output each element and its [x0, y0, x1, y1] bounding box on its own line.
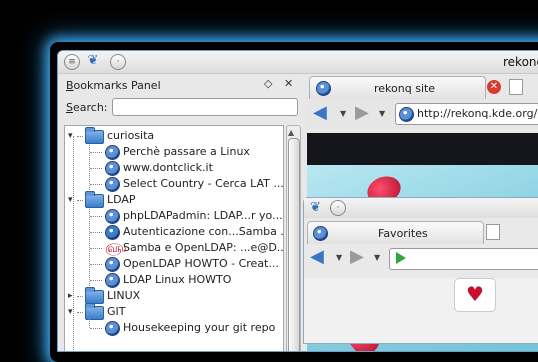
globe-icon [105, 273, 120, 288]
site-icon [399, 107, 414, 122]
kde-app-icon[interactable]: ❦ [86, 54, 100, 68]
tree-guide-line [89, 318, 90, 328]
tree-branch [90, 232, 102, 233]
favorite-tile[interactable]: ♥ [454, 278, 496, 312]
scroll-up-icon[interactable]: ▲ [288, 128, 294, 137]
back-arrow-icon[interactable]: ◀ [313, 104, 327, 122]
scroll-thumb[interactable] [288, 138, 300, 351]
folder-linux[interactable]: ▸ LINUX [65, 287, 283, 304]
close-tab-icon[interactable]: ✕ [487, 80, 501, 94]
back-dropdown-icon[interactable]: ▼ [340, 109, 346, 118]
tree-branch [90, 248, 102, 249]
bookmark-item[interactable]: OpenLDAP HOWTO - Creat... [65, 256, 283, 272]
new-tab-icon[interactable] [509, 79, 523, 95]
folder-ldap[interactable]: ▾ LDAP [65, 191, 283, 208]
site-icon [105, 225, 120, 240]
url-bar[interactable]: http://rekonq.kde.org/ [395, 103, 538, 125]
bookmark-label: www.dontclick.it [123, 161, 213, 174]
tab-title: rekonq site [374, 82, 436, 95]
kde-app-icon[interactable]: ❦ [310, 200, 321, 215]
tree-branch [90, 184, 102, 185]
url-bar[interactable] [389, 248, 538, 270]
globe-icon [105, 257, 120, 272]
tree-branch [90, 328, 102, 329]
forward-arrow-icon[interactable]: ▶ [355, 104, 369, 122]
forward-arrow-icon[interactable]: ▶ [350, 248, 364, 266]
globe-icon [105, 209, 120, 224]
bookmark-item[interactable]: www.dontclick.it [65, 160, 283, 176]
tree-branch [90, 216, 102, 217]
panel-float-icon[interactable]: ◇ [264, 77, 272, 90]
bookmark-item[interactable]: Autenticazione con...Samba ... [65, 224, 283, 240]
tree-branch [77, 136, 83, 137]
folder-icon [85, 287, 104, 304]
tree-branch [90, 168, 102, 169]
bookmark-item[interactable]: Housekeeping your git repo [65, 318, 283, 336]
folder-icon [85, 127, 104, 144]
tree-branch [77, 312, 83, 313]
bookmark-item[interactable]: Select Country - Cerca LAT ... [65, 176, 283, 192]
bookmark-item[interactable]: LDAP Linux HOWTO [65, 272, 283, 288]
window-title: rekonq [503, 55, 538, 69]
navigation-bar: ◀ ▼ ▶ ▼ http://rekonq.kde.org/ [307, 99, 538, 129]
bookmarks-panel: Bookmarks Panel ◇ ✕ Search: ▾ curiosita … [58, 74, 303, 351]
tree-branch [90, 152, 102, 153]
bookmark-item[interactable]: Perchè passare a Linux [65, 144, 283, 160]
tree-branch [77, 200, 83, 201]
bookmark-label: LDAP Linux HOWTO [123, 273, 232, 286]
bookmark-label: Housekeeping your git repo [123, 321, 276, 334]
favorites-content: ♥ [304, 278, 538, 343]
panel-title: Bookmarks Panel [66, 79, 161, 92]
tab-rekonq-site[interactable]: rekonq site [309, 76, 486, 99]
globe-icon [105, 321, 120, 336]
forward-dropdown-icon[interactable]: ▼ [374, 253, 380, 262]
tree-branch [77, 296, 83, 297]
globe-icon [105, 177, 120, 192]
search-label: Search: [66, 101, 108, 114]
heart-icon: ♥ [466, 282, 484, 306]
tree-scrollbar[interactable]: ▲ [286, 125, 301, 351]
bookmark-label: Perchè passare a Linux [123, 145, 250, 158]
folder-label: LDAP [107, 193, 136, 206]
folder-icon [85, 303, 104, 320]
back-dropdown-icon[interactable]: ▼ [336, 253, 342, 262]
go-icon[interactable] [396, 252, 406, 264]
navigation-bar: ◀ ▼ ▶ ▼ [304, 246, 538, 272]
sticky-icon[interactable]: · [110, 54, 126, 70]
bookmark-label: Select Country - Cerca LAT ... [123, 177, 284, 190]
title-bar[interactable]: ❦ · [304, 198, 538, 218]
folder-git[interactable]: ▾ GIT [65, 303, 283, 320]
globe-icon [105, 161, 120, 176]
new-tab-icon[interactable] [486, 224, 500, 240]
tab-favorites[interactable]: Favorites [307, 221, 484, 244]
back-arrow-icon[interactable]: ◀ [310, 248, 324, 266]
favorites-window: ❦ · Favorites ◀ ▼ ▶ ▼ ♥ [303, 197, 538, 344]
tree-branch [90, 264, 102, 265]
bookmark-label: Autenticazione con...Samba ... [123, 225, 284, 238]
folder-icon [85, 191, 104, 208]
globe-icon [316, 81, 331, 96]
forward-dropdown-icon[interactable]: ▼ [379, 109, 385, 118]
globe-icon [313, 226, 328, 241]
folder-label: GIT [107, 305, 126, 318]
bookmark-item[interactable]: phpLDAPadmin: LDAP...r yo... [65, 208, 283, 224]
tree-branch [90, 280, 102, 281]
bookmark-label: Samba e OpenLDAP: ...e@D... [123, 241, 284, 254]
search-input[interactable] [112, 98, 298, 116]
window-menu-icon[interactable]: ≡ [64, 54, 80, 70]
folder-curiosita[interactable]: ▾ curiosita [65, 127, 283, 144]
folder-label: LINUX [107, 289, 141, 302]
bookmark-label: OpenLDAP HOWTO - Creat... [123, 257, 279, 270]
folder-label: curiosita [107, 129, 155, 142]
title-bar[interactable]: ≡ ❦ · rekonq [58, 51, 538, 74]
bookmarks-tree[interactable]: ▾ curiosita Perchè passare a Linux www.d… [64, 125, 284, 351]
bookmark-item[interactable]: ௵ Samba e OpenLDAP: ...e@D... [65, 240, 283, 256]
panel-close-icon[interactable]: ✕ [284, 77, 293, 90]
tab-title: Favorites [378, 227, 428, 240]
url-text: http://rekonq.kde.org/ [417, 107, 538, 120]
globe-icon [105, 145, 120, 160]
bookmark-label: phpLDAPadmin: LDAP...r yo... [123, 209, 283, 222]
sticky-icon[interactable]: · [330, 200, 346, 216]
